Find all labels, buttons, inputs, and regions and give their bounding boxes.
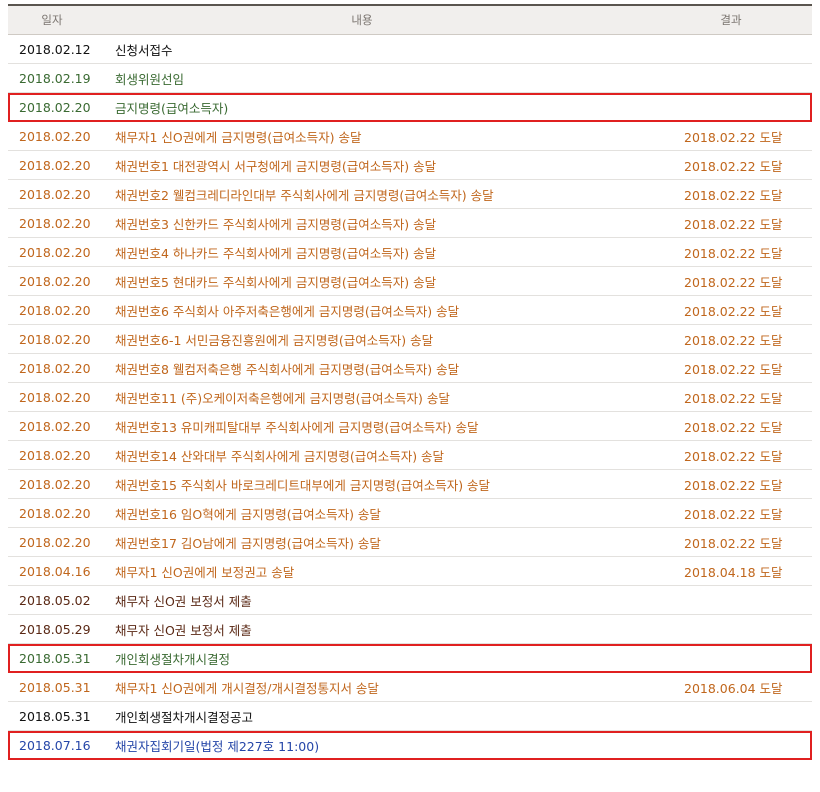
row-result: 2018.02.22 도달 xyxy=(684,535,783,551)
header-date: 일자 xyxy=(41,13,63,27)
row-result: 2018.02.22 도달 xyxy=(684,303,783,319)
table-row: 2018.05.31 개인회생절차개시결정공고 xyxy=(8,702,812,731)
row-date: 2018.02.20 xyxy=(19,186,91,202)
table-header: 일자 내용 결과 xyxy=(8,4,812,35)
row-date: 2018.04.16 xyxy=(19,563,91,579)
table-body: 2018.02.12 신청서접수 2018.02.19 회생위원선임 2018.02.2… xyxy=(8,35,812,760)
row-date: 2018.02.20 xyxy=(19,99,91,115)
row-content: 채권번호5 현대카드 주식회사에게 금지명령(급여소득자) 송달 xyxy=(115,274,437,290)
table-row: 2018.02.20 채권번호3 신한카드 주식회사에게 금지명령(급여소득자) … xyxy=(8,209,812,238)
table-row: 2018.02.20 채권번호15 주식회사 바로크레디트대부에게 금지명령(급여… xyxy=(8,470,812,499)
table-row: 2018.02.12 신청서접수 xyxy=(8,35,812,64)
row-date: 2018.02.20 xyxy=(19,128,91,144)
row-date: 2018.02.20 xyxy=(19,534,91,550)
row-content: 채무자1 신O권에게 금지명령(급여소득자) 송달 xyxy=(115,129,362,145)
row-content: 채권번호2 웰컴크레디라인대부 주식회사에게 금지명령(급여소득자) 송달 xyxy=(115,187,494,203)
table-row: 2018.05.31 개인회생절차개시결정 xyxy=(8,644,812,673)
row-result: 2018.04.18 도달 xyxy=(684,564,783,580)
row-date: 2018.02.20 xyxy=(19,505,91,521)
table-row: 2018.02.20 채권번호5 현대카드 주식회사에게 금지명령(급여소득자) … xyxy=(8,267,812,296)
row-content: 신청서접수 xyxy=(115,42,173,58)
row-date: 2018.02.20 xyxy=(19,389,91,405)
row-date: 2018.02.20 xyxy=(19,331,91,347)
row-date: 2018.02.20 xyxy=(19,302,91,318)
row-result: 2018.02.22 도달 xyxy=(684,448,783,464)
table-row: 2018.02.20 채권번호16 임O혁에게 금지명령(급여소득자) 송달 201… xyxy=(8,499,812,528)
row-date: 2018.05.31 xyxy=(19,679,91,695)
row-result: 2018.02.22 도달 xyxy=(684,419,783,435)
row-content: 채권번호16 임O혁에게 금지명령(급여소득자) 송달 xyxy=(115,506,381,522)
row-result: 2018.02.22 도달 xyxy=(684,506,783,522)
row-content: 개인회생절차개시결정 xyxy=(115,651,231,667)
table-row: 2018.02.20 채권번호2 웰컴크레디라인대부 주식회사에게 금지명령(급여… xyxy=(8,180,812,209)
row-content: 채권번호6-1 서민금융진흥원에게 금지명령(급여소득자) 송달 xyxy=(115,332,434,348)
table-row: 2018.02.20 채권번호6-1 서민금융진흥원에게 금지명령(급여소득자) … xyxy=(8,325,812,354)
table-row: 2018.02.20 채권번호1 대전광역시 서구청에게 금지명령(급여소득자) … xyxy=(8,151,812,180)
row-date: 2018.02.12 xyxy=(19,41,91,57)
row-content: 채무자 신O권 보정서 제출 xyxy=(115,593,252,609)
row-date: 2018.02.20 xyxy=(19,360,91,376)
row-result: 2018.02.22 도달 xyxy=(684,245,783,261)
table-row: 2018.02.20 채권번호17 김O남에게 금지명령(급여소득자) 송달 201… xyxy=(8,528,812,557)
row-date: 2018.07.16 xyxy=(19,737,91,753)
row-content: 채권번호14 산와대부 주식회사에게 금지명령(급여소득자) 송달 xyxy=(115,448,445,464)
row-date: 2018.02.20 xyxy=(19,273,91,289)
row-date: 2018.05.29 xyxy=(19,621,91,637)
row-date: 2018.02.20 xyxy=(19,244,91,260)
row-result: 2018.02.22 도달 xyxy=(684,187,783,203)
row-content: 채무자1 신O권에게 개시결정/개시결정통지서 송달 xyxy=(115,680,379,696)
table-row: 2018.04.16 채무자1 신O권에게 보정권고 송달 2018.04.18 도… xyxy=(8,557,812,586)
row-date: 2018.02.19 xyxy=(19,70,91,86)
row-result: 2018.02.22 도달 xyxy=(684,129,783,145)
case-progress-table: 일자 내용 결과 2018.02.12 신청서접수 2018.02.19 회생위원선임… xyxy=(8,4,812,760)
table-row: 2018.05.31 채무자1 신O권에게 개시결정/개시결정통지서 송달 2018… xyxy=(8,673,812,702)
table-row: 2018.05.02 채무자 신O권 보정서 제출 xyxy=(8,586,812,615)
row-result: 2018.02.22 도달 xyxy=(684,158,783,174)
table-row: 2018.02.20 채권번호13 유미캐피탈대부 주식회사에게 금지명령(급여소… xyxy=(8,412,812,441)
row-date: 2018.02.20 xyxy=(19,447,91,463)
row-content: 채권번호1 대전광역시 서구청에게 금지명령(급여소득자) 송달 xyxy=(115,158,437,174)
row-date: 2018.02.20 xyxy=(19,418,91,434)
table-row: 2018.07.16 채권자집회기일(법정 제227호 11:00) xyxy=(8,731,812,760)
row-date: 2018.02.20 xyxy=(19,476,91,492)
table-row: 2018.02.19 회생위원선임 xyxy=(8,64,812,93)
table-row: 2018.02.20 채권번호8 웰컴저축은행 주식회사에게 금지명령(급여소득자… xyxy=(8,354,812,383)
row-result: 2018.02.22 도달 xyxy=(684,332,783,348)
table-row: 2018.05.29 채무자 신O권 보정서 제출 xyxy=(8,615,812,644)
row-content: 채권번호13 유미캐피탈대부 주식회사에게 금지명령(급여소득자) 송달 xyxy=(115,419,479,435)
row-content: 채권번호15 주식회사 바로크레디트대부에게 금지명령(급여소득자) 송달 xyxy=(115,477,491,493)
row-content: 채권번호3 신한카드 주식회사에게 금지명령(급여소득자) 송달 xyxy=(115,216,437,232)
table-row: 2018.02.20 채권번호4 하나카드 주식회사에게 금지명령(급여소득자) … xyxy=(8,238,812,267)
row-date: 2018.02.20 xyxy=(19,157,91,173)
row-result: 2018.02.22 도달 xyxy=(684,216,783,232)
row-content: 채무자 신O권 보정서 제출 xyxy=(115,622,252,638)
header-content: 내용 xyxy=(351,13,373,27)
row-result: 2018.02.22 도달 xyxy=(684,274,783,290)
row-content: 채권번호17 김O남에게 금지명령(급여소득자) 송달 xyxy=(115,535,381,551)
table-row: 2018.02.20 채무자1 신O권에게 금지명령(급여소득자) 송달 2018.… xyxy=(8,122,812,151)
row-content: 채무자1 신O권에게 보정권고 송달 xyxy=(115,564,295,580)
table-row: 2018.02.20 채권번호11 (주)오케이저축은행에게 금지명령(급여소득자… xyxy=(8,383,812,412)
table-row: 2018.02.20 금지명령(급여소득자) xyxy=(8,93,812,122)
row-content: 채권번호6 주식회사 아주저축은행에게 금지명령(급여소득자) 송달 xyxy=(115,303,460,319)
header-result: 결과 xyxy=(720,13,742,27)
row-content: 개인회생절차개시결정공고 xyxy=(115,709,254,725)
row-content: 채권번호8 웰컴저축은행 주식회사에게 금지명령(급여소득자) 송달 xyxy=(115,361,460,377)
row-date: 2018.05.02 xyxy=(19,592,91,608)
row-content: 채권번호4 하나카드 주식회사에게 금지명령(급여소득자) 송달 xyxy=(115,245,437,261)
table-row: 2018.02.20 채권번호6 주식회사 아주저축은행에게 금지명령(급여소득자… xyxy=(8,296,812,325)
row-result: 2018.02.22 도달 xyxy=(684,477,783,493)
row-date: 2018.02.20 xyxy=(19,215,91,231)
row-content: 금지명령(급여소득자) xyxy=(115,100,229,116)
row-date: 2018.05.31 xyxy=(19,708,91,724)
row-date: 2018.05.31 xyxy=(19,650,91,666)
row-result: 2018.02.22 도달 xyxy=(684,390,783,406)
row-content: 채권자집회기일(법정 제227호 11:00) xyxy=(115,738,320,754)
table-row: 2018.02.20 채권번호14 산와대부 주식회사에게 금지명령(급여소득자)… xyxy=(8,441,812,470)
row-result: 2018.02.22 도달 xyxy=(684,361,783,377)
row-content: 회생위원선임 xyxy=(115,71,185,87)
row-content: 채권번호11 (주)오케이저축은행에게 금지명령(급여소득자) 송달 xyxy=(115,390,450,406)
row-result: 2018.06.04 도달 xyxy=(684,680,783,696)
